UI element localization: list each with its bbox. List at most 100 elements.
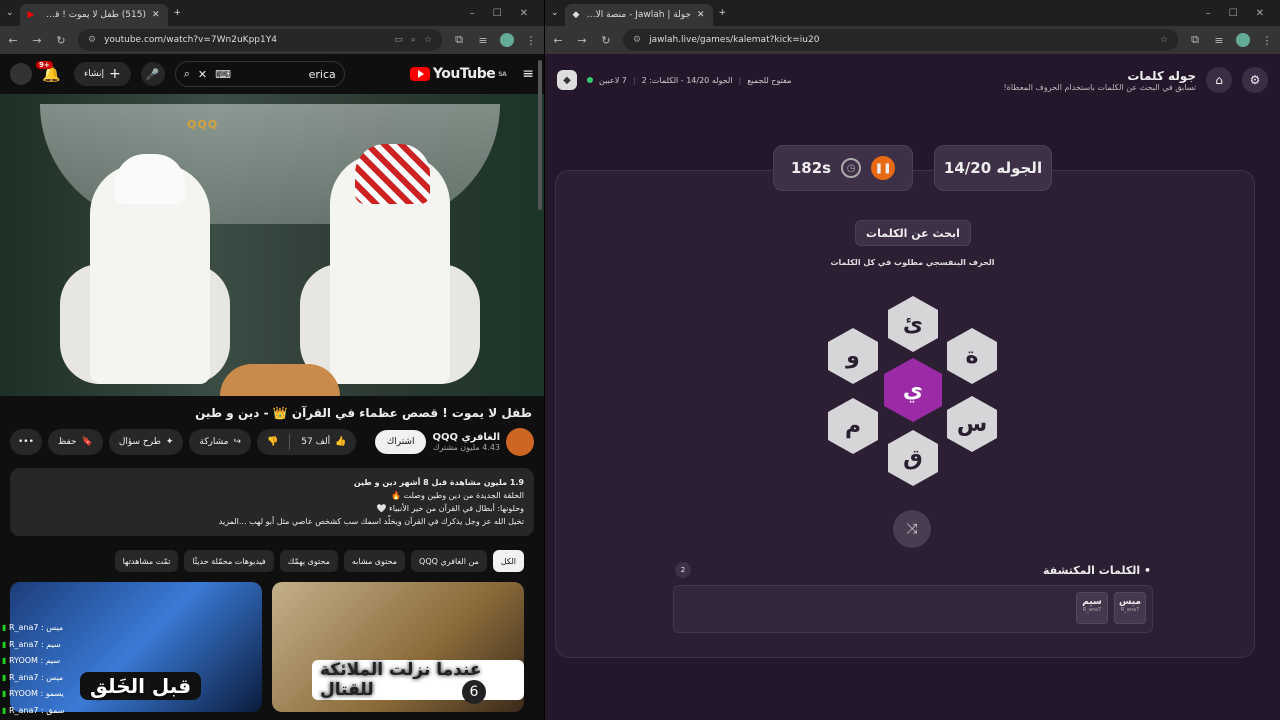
forward-icon[interactable]: →	[30, 34, 44, 47]
desc-line: 1.9 مليون مشاهدة قبل 8 أشهر دين و طين	[353, 478, 524, 487]
related-video-thumbnail[interactable]: عندما نزلت الملائكة للقتال 6	[272, 582, 524, 712]
save-button[interactable]: حفظ 🔖	[47, 429, 103, 455]
ask-button[interactable]: طرح سؤال ✦	[108, 429, 184, 455]
share-button[interactable]: مشاركة ↪	[189, 429, 252, 455]
close-window-icon[interactable]: ✕	[520, 8, 528, 19]
round-value: الجوله 14/20	[943, 159, 1043, 177]
search-box[interactable]: ⌕ ✕ ⌨ erica	[174, 61, 345, 87]
share-icon: ↪	[233, 437, 242, 447]
chat-message: ▮ RYOOM : يسمو	[2, 689, 64, 698]
ask-label: طرح سؤال	[118, 437, 161, 447]
maximize-icon[interactable]: ☐	[1229, 8, 1238, 19]
chip-similar[interactable]: محتوى مشابه	[343, 550, 406, 572]
chip-all[interactable]: الكل	[492, 550, 524, 572]
create-button[interactable]: إنشاء +	[74, 62, 131, 86]
address-field[interactable]: ⚙ jawlah.live/games/kalemat?kick=iu20 ☆	[623, 29, 1178, 51]
subscribe-button[interactable]: اشتراك	[374, 430, 427, 454]
chat-message: ▮ R_ana7 : سمق	[2, 705, 65, 715]
site-info-icon[interactable]: ⚙	[633, 35, 641, 45]
extensions-icon[interactable]: ⧉	[1188, 33, 1202, 47]
address-field[interactable]: ⚙ youtube.com/watch?v=7Wn2uKpp1Y4 ▭ ⌕ ☆	[78, 29, 442, 51]
found-word-user: R_ana7	[1120, 607, 1140, 613]
youtube-logo[interactable]: YouTube SA	[409, 66, 507, 82]
maximize-icon[interactable]: ☐	[493, 8, 502, 19]
media-icon[interactable]: ≡	[1212, 34, 1226, 47]
account-avatar[interactable]	[10, 63, 32, 85]
chat-overlay: ▮ R_ana7 : ميس ▮ R_ana7 : سيم ▮ RYOOM : …	[2, 620, 122, 719]
bookmark-star-icon[interactable]: ☆	[1160, 35, 1168, 45]
shuffle-icon[interactable]: ⤨	[893, 510, 931, 548]
search-icon[interactable]: ⌕	[184, 67, 190, 81]
extensions-icon[interactable]: ⧉	[452, 33, 466, 47]
notification-count: 9+	[36, 61, 53, 69]
back-icon[interactable]: ←	[551, 34, 565, 47]
find-words-button[interactable]: ابحث عن الكلمات	[855, 220, 971, 246]
url-text: jawlah.live/games/kalemat?kick=iu20	[649, 35, 820, 45]
open-label: مفتوح للجميع	[747, 75, 792, 85]
close-window-icon[interactable]: ✕	[1256, 8, 1264, 19]
left-url-bar: ← → ↻ ⚙ youtube.com/watch?v=7Wn2uKpp1Y4 …	[0, 26, 544, 54]
video-logo: QQQ	[187, 118, 219, 131]
media-icon[interactable]: ≡	[476, 34, 490, 47]
video-player[interactable]: QQQ	[0, 94, 544, 396]
scrollbar[interactable]	[538, 60, 542, 210]
search-input[interactable]: erica	[239, 68, 336, 81]
chip-from-channel[interactable]: من الغافري QQQ	[411, 550, 487, 572]
hamburger-menu-icon[interactable]: ≡	[522, 66, 534, 82]
pause-button[interactable]: ❚❚	[871, 156, 896, 180]
bookmark-star-icon[interactable]: ☆	[424, 35, 432, 45]
menu-dots-icon[interactable]: ⋮	[524, 34, 538, 47]
create-label: إنشاء	[84, 69, 105, 79]
tab-list-icon[interactable]: ⌄	[6, 8, 14, 18]
more-actions-icon[interactable]: •••	[10, 429, 42, 455]
video-description[interactable]: 1.9 مليون مشاهدة قبل 8 أشهر دين و طين ال…	[10, 468, 534, 536]
chip-recent[interactable]: فيديوهات محمّلة حديثًا	[184, 550, 274, 572]
like-icon[interactable]: 👍	[335, 437, 346, 447]
youtube-logo-text: YouTube	[432, 66, 496, 82]
voice-search-mic-icon[interactable]: 🎤	[140, 62, 165, 86]
new-tab-icon[interactable]: +	[174, 8, 182, 18]
youtube-masthead: 🔔 9+ إنشاء + 🎤 ⌕ ✕ ⌨ erica YouTube SA ≡	[0, 54, 544, 94]
youtube-tab[interactable]: ▶ (515) طفل لا يموت ! قصص ... ✕	[19, 4, 168, 26]
reload-icon[interactable]: ↻	[54, 34, 68, 47]
tab-close-icon[interactable]: ✕	[152, 10, 160, 20]
home-icon[interactable]: ⌂	[1206, 67, 1232, 93]
jawlah-tab[interactable]: ◆ جولة | Jawlah - منصة الألعاب الذ... ✕	[564, 4, 713, 26]
right-tab-bar: ⌄ ◆ جولة | Jawlah - منصة الألعاب الذ... …	[545, 0, 1280, 26]
channel-name[interactable]: الغافري QQQ	[432, 432, 500, 443]
video-title: طفل لا يموت ! قصص عظماء في القرآن 👑 - دي…	[195, 406, 532, 420]
chip-for-you[interactable]: محتوى يهمّك	[279, 550, 338, 572]
notifications-bell-icon[interactable]: 🔔 9+	[36, 61, 64, 83]
clear-search-icon[interactable]: ✕	[198, 68, 207, 81]
chat-message: ▮ RYOOM : سيم	[2, 656, 61, 665]
channel-info: الغافري QQQ 4.43 مليون مشترك اشتراك	[374, 428, 534, 456]
game-info: مفتوح للجميع | الجوله 14/20 - الكلمات: 2…	[587, 76, 791, 85]
keyboard-icon[interactable]: ⌨	[215, 68, 231, 81]
settings-gear-icon[interactable]: ⚙	[1242, 67, 1268, 93]
cast-icon[interactable]: ▭	[394, 35, 403, 45]
minimize-icon[interactable]: –	[1206, 8, 1211, 19]
tab-close-icon[interactable]: ✕	[697, 10, 705, 20]
youtube-play-icon	[409, 67, 430, 81]
site-info-icon[interactable]: ⚙	[88, 35, 96, 45]
reload-icon[interactable]: ↻	[599, 34, 613, 47]
menu-dots-icon[interactable]: ⋮	[1260, 34, 1274, 47]
sparkle-icon: ✦	[165, 437, 174, 447]
zoom-icon[interactable]: ⌕	[411, 35, 416, 45]
chip-watched[interactable]: تمّت مشاهدتها	[114, 550, 179, 572]
tab-list-icon[interactable]: ⌄	[551, 8, 559, 18]
game-title: جوله كلمات	[1127, 68, 1196, 83]
related-filter-chips: الكل من الغافري QQQ محتوى مشابه محتوى يه…	[0, 544, 544, 578]
channel-avatar[interactable]	[506, 428, 534, 456]
chat-message: ▮ R_ana7 : ميس	[2, 623, 64, 632]
new-tab-icon[interactable]: +	[719, 8, 727, 18]
forward-icon[interactable]: →	[575, 34, 589, 47]
minimize-icon[interactable]: –	[470, 8, 475, 19]
profile-avatar[interactable]	[500, 33, 514, 47]
youtube-window: ⌄ ▶ (515) طفل لا يموت ! قصص ... ✕ + –☐✕ …	[0, 0, 544, 720]
dislike-icon[interactable]: 👎	[267, 437, 278, 447]
jawlah-logo[interactable]: ◆	[557, 70, 577, 90]
back-icon[interactable]: ←	[6, 34, 20, 47]
game-header: ◆ مفتوح للجميع | الجوله 14/20 - الكلمات:…	[545, 54, 1280, 106]
profile-avatar[interactable]	[1236, 33, 1250, 47]
